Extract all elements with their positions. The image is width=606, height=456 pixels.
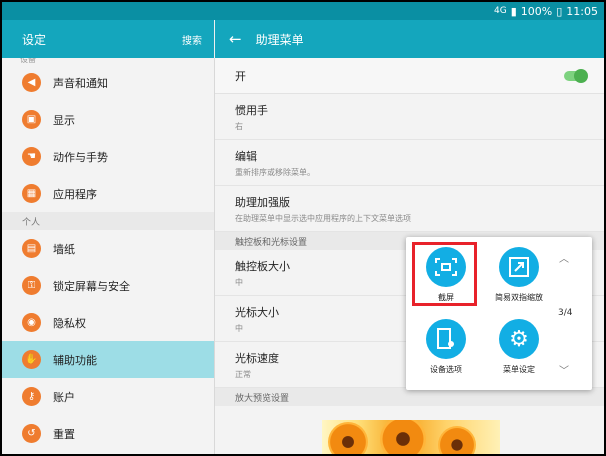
battery-icon: ▯ <box>556 4 563 18</box>
screenshot-highlight-box <box>412 242 477 306</box>
setting-value: 右 <box>235 122 243 131</box>
sidebar-item-label: 声音和通知 <box>53 76 108 90</box>
sidebar-item-label: 重置 <box>53 427 75 441</box>
master-switch[interactable] <box>564 68 588 83</box>
flower-shape <box>380 420 426 454</box>
setting-title: 助理加强版 <box>235 196 290 209</box>
easy-zoom-button[interactable]: 简易双指缩放 <box>484 247 554 303</box>
setting-edit[interactable]: 编辑 重新排序或移除菜单。 <box>215 140 604 186</box>
sidebar-item-label: 墙纸 <box>53 242 75 256</box>
setting-description: 重新排序或移除菜单。 <box>235 168 315 177</box>
setting-assistant-plus[interactable]: 助理加强版 在助理菜单中显示选中应用程序的上下文菜单选项 <box>215 186 604 232</box>
battery-percent: 100% <box>520 4 553 18</box>
key-icon: ⚷ <box>22 387 41 406</box>
sidebar-item-privacy[interactable]: ◉ 隐私权 <box>2 304 214 341</box>
tablet-screen: 4G ▮ 100% ▯ 11:05 设定 搜索 ← 助理菜单 设备 ◀ 声音和通… <box>0 0 606 456</box>
device-options-button[interactable]: 设备选项 <box>411 319 481 375</box>
search-button[interactable]: 搜索 <box>182 32 202 47</box>
clock: 11:05 <box>566 4 598 18</box>
sidebar-item-label: 辅助功能 <box>53 353 97 367</box>
sidebar-item-accounts[interactable]: ⚷ 账户 <box>2 378 214 415</box>
section-header-magnifier: 放大预览设置 <box>215 388 604 406</box>
sidebar-item-wallpaper[interactable]: ▤ 墙纸 <box>2 230 214 267</box>
popup-item-label: 菜单设定 <box>503 365 535 374</box>
zoom-icon <box>499 247 539 287</box>
settings-header: 设定 搜索 <box>2 20 214 58</box>
sidebar-item-accessibility[interactable]: ✋ 辅助功能 <box>2 341 214 378</box>
assistant-menu-header: ← 助理菜单 <box>215 20 604 58</box>
settings-title: 设定 <box>22 32 47 47</box>
reset-icon: ↺ <box>22 424 41 443</box>
flower-shape <box>328 422 368 454</box>
chevron-up-icon[interactable]: ︿ <box>559 250 569 265</box>
master-toggle-row[interactable]: 开 <box>215 58 604 94</box>
status-bar: 4G ▮ 100% ▯ 11:05 <box>2 2 604 20</box>
privacy-icon: ◉ <box>22 313 41 332</box>
sidebar-item-label: 隐私权 <box>53 316 86 330</box>
wallpaper-icon: ▤ <box>22 239 41 258</box>
sidebar-item-display[interactable]: ▣ 显示 <box>2 101 214 138</box>
sidebar-item-gestures[interactable]: ☚ 动作与手势 <box>2 138 214 175</box>
signal-icon: ▮ <box>510 4 517 18</box>
page-indicator: 3/4 <box>558 308 573 318</box>
device-options-icon <box>426 319 466 359</box>
flower-shape <box>438 426 476 454</box>
setting-description: 在助理菜单中显示选中应用程序的上下文菜单选项 <box>235 214 411 223</box>
signal-indicator: 4G <box>494 6 507 16</box>
sidebar-item-apps[interactable]: ▦ 应用程序 <box>2 175 214 212</box>
sidebar-item-lockscreen[interactable]: ⚿ 锁定屏幕与安全 <box>2 267 214 304</box>
switch-knob <box>574 68 588 83</box>
back-arrow-icon[interactable]: ← <box>229 30 242 48</box>
popup-item-label: 简易双指缩放 <box>495 293 543 302</box>
settings-sidebar: 设备 ◀ 声音和通知 ▣ 显示 ☚ 动作与手势 ▦ 应用程序 个人 ▤ 墙纸 ⚿… <box>2 58 214 454</box>
hand-icon: ✋ <box>22 350 41 369</box>
settings-gear-icon: ⚙ <box>499 319 539 359</box>
popup-item-label: 设备选项 <box>430 365 462 374</box>
toggle-label: 开 <box>235 69 246 83</box>
setting-title: 编辑 <box>235 150 257 163</box>
sidebar-item-label: 应用程序 <box>53 187 97 201</box>
display-icon: ▣ <box>22 110 41 129</box>
menu-settings-button[interactable]: ⚙ 菜单设定 <box>484 319 554 375</box>
sidebar-item-label: 锁定屏幕与安全 <box>53 279 130 293</box>
sidebar-item-label: 动作与手势 <box>53 150 108 164</box>
setting-dominant-hand[interactable]: 惯用手 右 <box>215 94 604 140</box>
speaker-icon: ◀ <box>22 73 41 92</box>
magnifier-preview-image <box>322 420 500 454</box>
sidebar-item-reset[interactable]: ↺ 重置 <box>2 415 214 452</box>
lock-icon: ⚿ <box>22 276 41 295</box>
chevron-down-icon[interactable]: ﹀ <box>559 362 569 377</box>
sidebar-item-sound[interactable]: ◀ 声音和通知 <box>2 64 214 101</box>
setting-title: 惯用手 <box>235 104 268 117</box>
apps-icon: ▦ <box>22 184 41 203</box>
sidebar-item-label: 显示 <box>53 113 75 127</box>
gesture-icon: ☚ <box>22 147 41 166</box>
section-header-personal: 个人 <box>2 212 214 230</box>
page-title: 助理菜单 <box>255 32 304 47</box>
sidebar-item-label: 账户 <box>53 390 75 404</box>
